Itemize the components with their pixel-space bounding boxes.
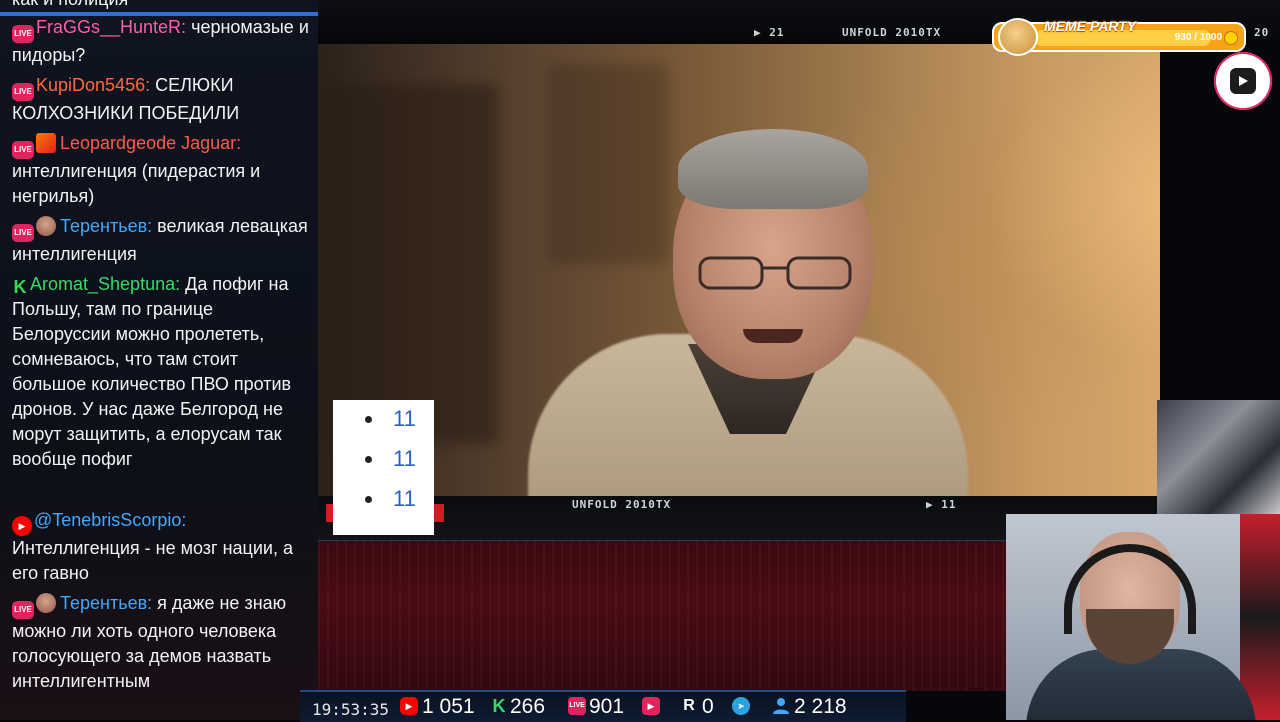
chat-message: LIVE FraGGs__HunteR: черномазые и пидоры?: [12, 15, 312, 68]
red-backdrop: [318, 541, 1008, 691]
artwork-thumbnail: [1157, 400, 1280, 514]
kick-icon: K: [492, 696, 506, 716]
chat-message: LIVE Терентьев: я даже не знаю можно ли х…: [12, 591, 312, 694]
kick-icon: K: [13, 277, 27, 297]
avatar: [36, 216, 56, 236]
total-viewer-count: 2 218: [794, 695, 847, 718]
record-button[interactable]: [1214, 52, 1272, 110]
chat-message: LIVE Leopardgeode Jaguar: интеллигенция (…: [12, 131, 312, 209]
viewers-icon: [772, 697, 790, 715]
doge-icon: [998, 18, 1038, 56]
vk-live-icon: LIVE: [12, 601, 34, 619]
meme-party-title: MEME PARTY: [1044, 18, 1137, 34]
bottom-right-label: ▶ 11: [926, 498, 957, 511]
chat-message-text: как и полиция: [12, 0, 128, 9]
vk-live-icon: LIVE: [12, 141, 34, 159]
vk-live-icon: LIVE: [568, 697, 586, 715]
youtube-icon: ▶: [400, 697, 418, 715]
kick-viewer-count: 266: [510, 695, 546, 718]
meme-party-widget: MEME PARTY 930 / 1000: [992, 18, 1246, 56]
chat-message: ▶ @TenebrisScorpio: Интеллигенция - не мо…: [12, 508, 312, 586]
avatar: [36, 593, 56, 613]
coin-icon: [1224, 31, 1238, 45]
chat-message: как и полиция: [12, 0, 312, 12]
rutube-play-icon: ▶: [642, 697, 660, 715]
guest-person: [508, 84, 988, 496]
chat-nick[interactable]: Aromat_Sheptuna:: [30, 274, 180, 294]
chat-message-text: Да пофиг на Польшу, там по границе Белор…: [12, 274, 292, 469]
vk-live-icon: LIVE: [12, 25, 34, 43]
chat-nick[interactable]: @TenebrisScorpio:: [34, 510, 186, 530]
rutube-icon: R: [683, 697, 695, 714]
list-popup: 11 11 11: [333, 400, 434, 535]
chat-message: LIVE Терентьев: великая левацкая интеллиг…: [12, 214, 312, 267]
glasses-icon: [698, 256, 852, 290]
strip-left-label: ▶ 21: [754, 26, 785, 39]
chat-message-text: великая левацкая интеллигенция: [12, 216, 308, 264]
chat-message: K Aromat_Sheptuna: Да пофиг на Польшу, та…: [12, 272, 312, 472]
meme-party-count: 930 / 1000: [1174, 32, 1222, 43]
record-icon: [1230, 68, 1256, 94]
chat-panel: как и полиция LIVEFraGGs__HunteR: черном…: [0, 0, 318, 720]
chat-nick[interactable]: Leopardgeode Jaguar:: [60, 133, 241, 153]
chat-nick[interactable]: FraGGs__HunteR:: [36, 17, 186, 37]
list-item[interactable]: 11: [365, 406, 416, 431]
list-item[interactable]: 11: [365, 486, 416, 511]
bottom-center-label: UNFOLD 2010TX: [572, 498, 672, 511]
stats-bar: 19:53:35 ▶ 1 051 K 266 LIVE 901 ▶ R 0 ➤ …: [300, 690, 906, 722]
chat-message-text: интеллигенция (пидерастия и негрилья): [12, 161, 261, 206]
youtube-viewer-count: 1 051: [422, 695, 475, 718]
chat-nick[interactable]: KupiDon5456:: [36, 75, 150, 95]
chat-nick[interactable]: Терентьев:: [60, 216, 152, 236]
guest-video: [318, 44, 1160, 496]
vk-viewer-count: 901: [589, 695, 625, 718]
rutube-viewer-count: 0: [702, 695, 714, 718]
stream-clock: 19:53:35: [312, 700, 390, 719]
chat-message: LIVE KupiDon5456: СЕЛЮКИ КОЛХОЗНИКИ ПОБЕД…: [12, 73, 312, 126]
vk-live-icon: LIVE: [12, 83, 34, 101]
strip-right-label: 20: [1254, 26, 1270, 39]
youtube-icon: ▶: [12, 516, 32, 536]
list-item[interactable]: 11: [365, 446, 416, 471]
chat-message-text: Интеллигенция - не мозг нации, а его гав…: [12, 538, 293, 583]
headset-icon: [1064, 544, 1196, 634]
telegram-icon: ➤: [732, 697, 750, 715]
vk-live-icon: LIVE: [12, 224, 34, 242]
chat-nick[interactable]: Терентьев:: [60, 593, 152, 613]
avatar: [36, 133, 56, 153]
streamer-webcam: [1006, 514, 1280, 720]
strip-center-label: UNFOLD 2010TX: [842, 26, 942, 39]
